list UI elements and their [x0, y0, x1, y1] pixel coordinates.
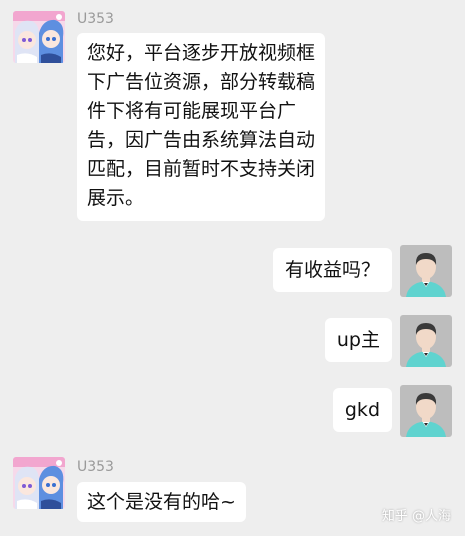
user-avatar[interactable] [400, 385, 452, 437]
message-line: 展示。 [87, 187, 145, 209]
message-text: up主 [336, 329, 380, 351]
message-line: 匹配，目前暂时不支持关闭 [87, 158, 316, 180]
user-avatar[interactable] [400, 245, 452, 297]
message-line: 您好，平台逐步开放视频框 [87, 42, 316, 64]
default-person-avatar-icon [400, 245, 452, 297]
message-bubble[interactable]: 有收益吗？ [272, 248, 392, 292]
anime-girls-avatar-icon [13, 11, 65, 63]
message-line: 下广告位资源，部分转载稿 [87, 71, 316, 93]
support-avatar[interactable] [13, 11, 65, 63]
message-bubble[interactable]: 您好，平台逐步开放视频框 下广告位资源，部分转载稿 件下将有可能展现平台广 告，… [77, 33, 326, 221]
default-person-avatar-icon [400, 315, 452, 367]
support-avatar[interactable] [13, 457, 65, 509]
message-bubble[interactable]: gkd [332, 388, 392, 432]
message-bubble[interactable]: 这个是没有的哈~ [77, 482, 246, 522]
message-line: 件下将有可能展现平台广 [87, 100, 297, 122]
message-text: gkd [344, 399, 380, 421]
user-avatar[interactable] [400, 315, 452, 367]
default-person-avatar-icon [400, 385, 452, 437]
sender-name: U353 [77, 11, 114, 27]
message-text: 这个是没有的哈~ [87, 491, 236, 513]
message-text: 有收益吗？ [284, 259, 380, 281]
message-bubble[interactable]: up主 [324, 318, 392, 362]
watermark: 知乎 @人海 [381, 509, 451, 524]
sender-name: U353 [77, 459, 114, 475]
anime-girls-avatar-icon [13, 457, 65, 509]
message-line: 告，因广告由系统算法自动 [87, 129, 316, 151]
